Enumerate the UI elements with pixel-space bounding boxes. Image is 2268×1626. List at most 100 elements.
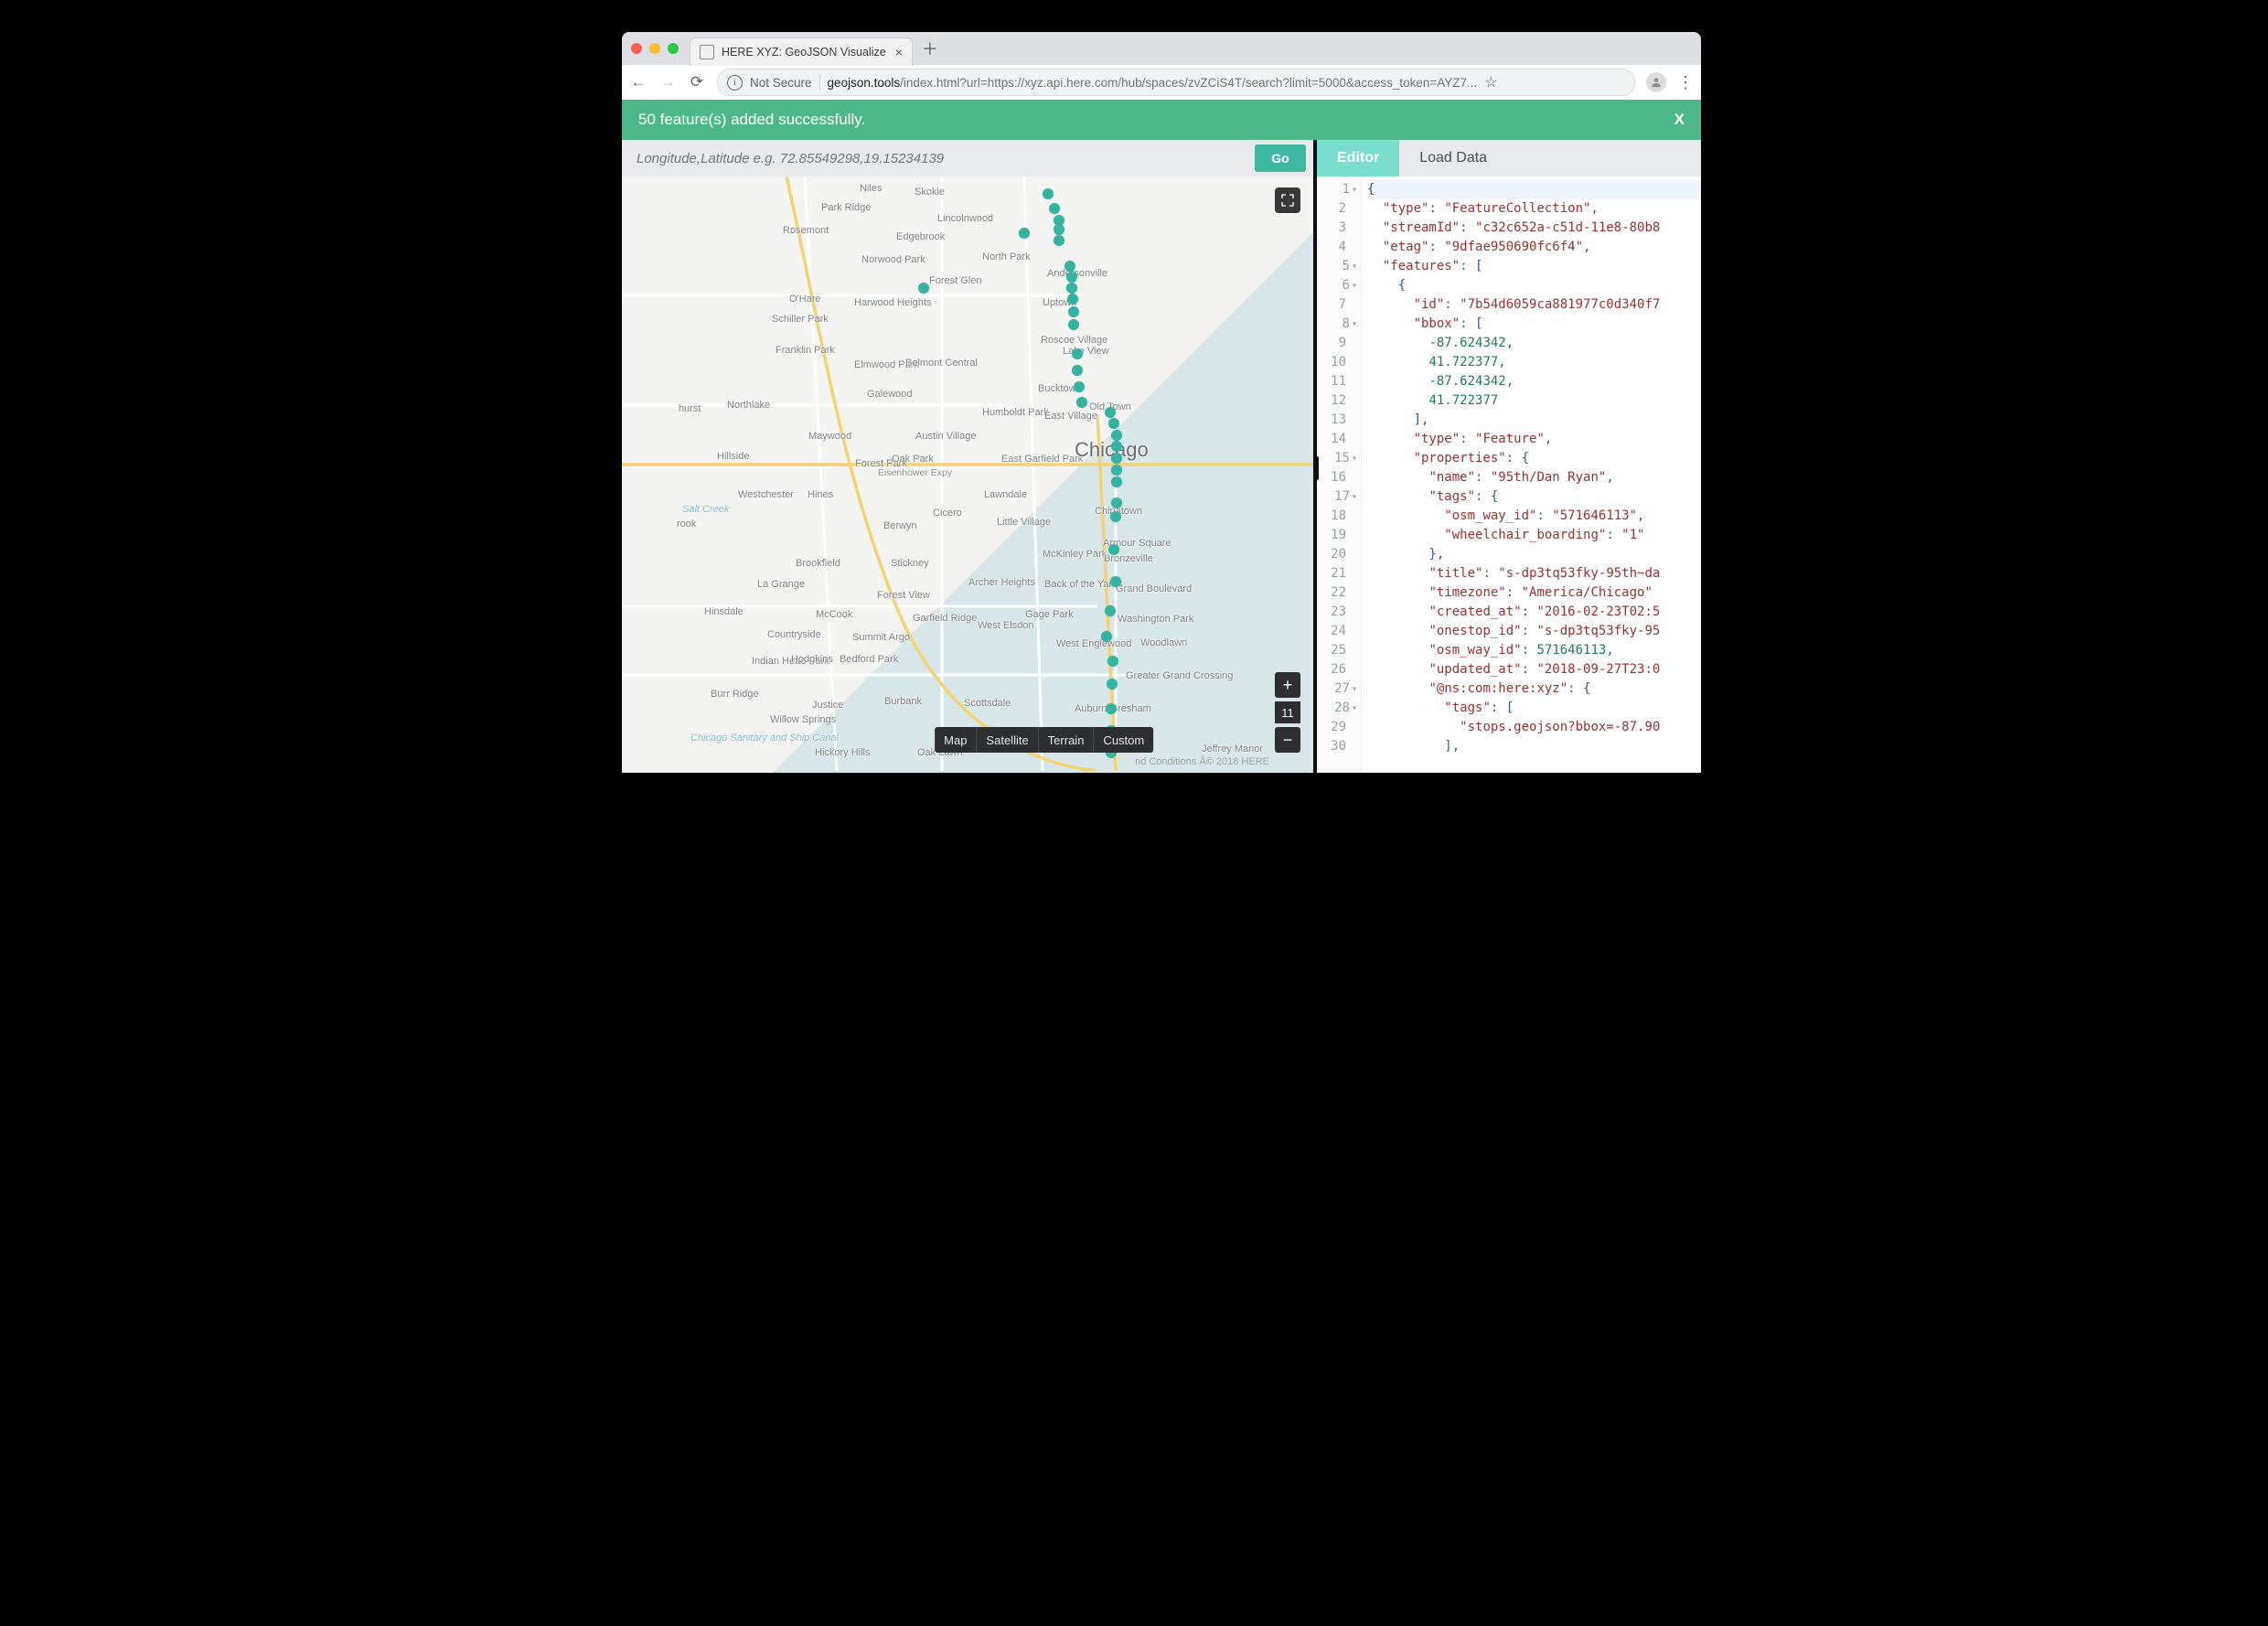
feature-point-icon[interactable] <box>1072 365 1083 376</box>
code-line[interactable]: -87.624342, <box>1367 372 1701 391</box>
code-line[interactable]: "bbox": [ <box>1367 315 1701 334</box>
code-line[interactable]: "created_at": "2016-02-23T02:5 <box>1367 603 1701 622</box>
feature-point-icon[interactable] <box>1110 576 1121 587</box>
address-bar[interactable]: i Not Secure geojson.tools/index.html?ur… <box>717 69 1635 96</box>
code-line[interactable]: -87.624342, <box>1367 334 1701 353</box>
code-line[interactable]: ], <box>1367 737 1701 756</box>
code-line[interactable]: "name": "95th/Dan Ryan", <box>1367 468 1701 487</box>
feature-point-icon[interactable] <box>1106 703 1117 714</box>
zoom-in-button[interactable]: + <box>1275 672 1300 698</box>
fold-toggle-icon[interactable]: ▾ <box>1352 699 1357 718</box>
fullscreen-button[interactable] <box>1275 187 1300 213</box>
feature-point-icon[interactable] <box>1111 441 1122 452</box>
code-line[interactable]: "timezone": "America/Chicago" <box>1367 583 1701 603</box>
fold-toggle-icon[interactable]: ▾ <box>1352 487 1357 507</box>
code-line[interactable]: }, <box>1367 545 1701 564</box>
feature-point-icon[interactable] <box>918 283 929 294</box>
layer-option[interactable]: Custom <box>1094 727 1153 753</box>
code-line[interactable]: "title": "s-dp3tq53fky-95th~da <box>1367 564 1701 583</box>
fold-toggle-icon[interactable]: ▾ <box>1352 180 1357 199</box>
feature-point-icon[interactable] <box>1072 348 1083 359</box>
feature-point-icon[interactable] <box>1108 544 1119 555</box>
code-line[interactable]: "properties": { <box>1367 449 1701 468</box>
tab-load-data[interactable]: Load Data <box>1399 140 1507 177</box>
banner-close-button[interactable]: X <box>1674 111 1685 129</box>
feature-point-icon[interactable] <box>1111 476 1122 487</box>
zoom-out-button[interactable]: − <box>1275 727 1300 753</box>
code-line[interactable]: "tags": { <box>1367 487 1701 507</box>
code-line[interactable]: "streamId": "c32c652a-c51d-11e8-80b8 <box>1367 219 1701 238</box>
fold-toggle-icon[interactable]: ▾ <box>1352 449 1357 468</box>
code-line[interactable]: "wheelchair_boarding": "1" <box>1367 526 1701 545</box>
forward-button[interactable]: → <box>658 73 677 91</box>
feature-point-icon[interactable] <box>1054 224 1064 235</box>
code-line[interactable]: "osm_way_id": 571646113, <box>1367 641 1701 660</box>
feature-point-icon[interactable] <box>1111 430 1122 441</box>
feature-point-icon[interactable] <box>1074 381 1085 392</box>
feature-point-icon[interactable] <box>1111 497 1122 508</box>
code-line[interactable]: { <box>1367 276 1701 295</box>
layer-option[interactable]: Map <box>935 727 977 753</box>
code-line[interactable]: "onestop_id": "s-dp3tq53fky-95 <box>1367 622 1701 641</box>
code-line[interactable]: ], <box>1367 411 1701 430</box>
minimize-window-icon[interactable] <box>649 43 660 54</box>
code-line[interactable]: "id": "7b54d6059ca881977c0d340f7 <box>1367 295 1701 315</box>
code-line[interactable]: "type": "FeatureCollection", <box>1367 199 1701 219</box>
feature-point-icon[interactable] <box>1068 306 1079 317</box>
back-button[interactable]: ← <box>629 73 647 91</box>
fold-toggle-icon[interactable]: ▾ <box>1352 276 1357 295</box>
browser-menu-icon[interactable]: ⋮ <box>1677 73 1694 92</box>
fold-toggle-icon[interactable]: ▾ <box>1352 257 1357 276</box>
browser-tab[interactable]: HERE XYZ: GeoJSON Visualize × <box>690 37 913 66</box>
feature-point-icon[interactable] <box>1105 407 1116 418</box>
editor-code[interactable]: { "type": "FeatureCollection", "streamId… <box>1362 177 1701 773</box>
profile-avatar-icon[interactable] <box>1646 72 1666 92</box>
pane-resize-handle[interactable] <box>1313 456 1319 480</box>
feature-point-icon[interactable] <box>1049 203 1060 214</box>
tab-editor[interactable]: Editor <box>1317 140 1399 177</box>
feature-point-icon[interactable] <box>1107 656 1118 667</box>
site-info-icon[interactable]: i <box>727 75 743 91</box>
feature-point-icon[interactable] <box>1043 188 1054 199</box>
code-line[interactable]: { <box>1367 180 1701 199</box>
feature-point-icon[interactable] <box>1111 465 1122 476</box>
go-button[interactable]: Go <box>1255 144 1306 172</box>
feature-point-icon[interactable] <box>1066 283 1077 294</box>
feature-point-icon[interactable] <box>1066 272 1077 283</box>
feature-point-icon[interactable] <box>1067 294 1078 305</box>
code-line[interactable]: 41.722377 <box>1367 391 1701 411</box>
code-line[interactable]: "features": [ <box>1367 257 1701 276</box>
code-line[interactable]: "updated_at": "2018-09-27T23:0 <box>1367 660 1701 679</box>
feature-point-icon[interactable] <box>1076 397 1087 408</box>
feature-point-icon[interactable] <box>1105 605 1116 616</box>
close-window-icon[interactable] <box>631 43 642 54</box>
bookmark-star-icon[interactable]: ☆ <box>1484 73 1497 91</box>
code-line[interactable]: "tags": [ <box>1367 699 1701 718</box>
new-tab-button[interactable]: ＋ <box>922 37 938 60</box>
map-canvas[interactable]: NilesSkokiePark RidgeRosemontLincolnwood… <box>622 177 1313 773</box>
layer-option[interactable]: Terrain <box>1039 727 1095 753</box>
code-line[interactable]: "etag": "9dfae950690fc6f4", <box>1367 238 1701 257</box>
code-line[interactable]: "@ns:com:here:xyz": { <box>1367 679 1701 699</box>
fold-toggle-icon[interactable]: ▾ <box>1352 679 1357 699</box>
feature-point-icon[interactable] <box>1068 319 1079 330</box>
reload-button[interactable]: ⟳ <box>688 73 706 91</box>
code-line[interactable]: "type": "Feature", <box>1367 430 1701 449</box>
maximize-window-icon[interactable] <box>668 43 679 54</box>
code-line[interactable]: "stops.geojson?bbox=-87.90 <box>1367 718 1701 737</box>
code-line[interactable]: 41.722377, <box>1367 353 1701 372</box>
fold-toggle-icon[interactable]: ▾ <box>1352 315 1357 334</box>
feature-point-icon[interactable] <box>1110 511 1121 522</box>
feature-point-icon[interactable] <box>1054 235 1064 246</box>
feature-point-icon[interactable] <box>1111 453 1122 464</box>
feature-point-icon[interactable] <box>1107 679 1118 690</box>
feature-point-icon[interactable] <box>1108 418 1119 429</box>
feature-point-icon[interactable] <box>1101 631 1112 642</box>
code-editor[interactable]: 1▾2345▾6▾78▾9101112131415▾1617▾181920212… <box>1317 177 1701 773</box>
layer-option[interactable]: Satellite <box>977 727 1038 753</box>
code-line[interactable]: "osm_way_id": "571646113", <box>1367 507 1701 526</box>
close-tab-icon[interactable]: × <box>895 45 903 59</box>
feature-point-icon[interactable] <box>1064 261 1075 272</box>
feature-point-icon[interactable] <box>1019 228 1030 239</box>
coord-input[interactable] <box>635 150 1255 167</box>
